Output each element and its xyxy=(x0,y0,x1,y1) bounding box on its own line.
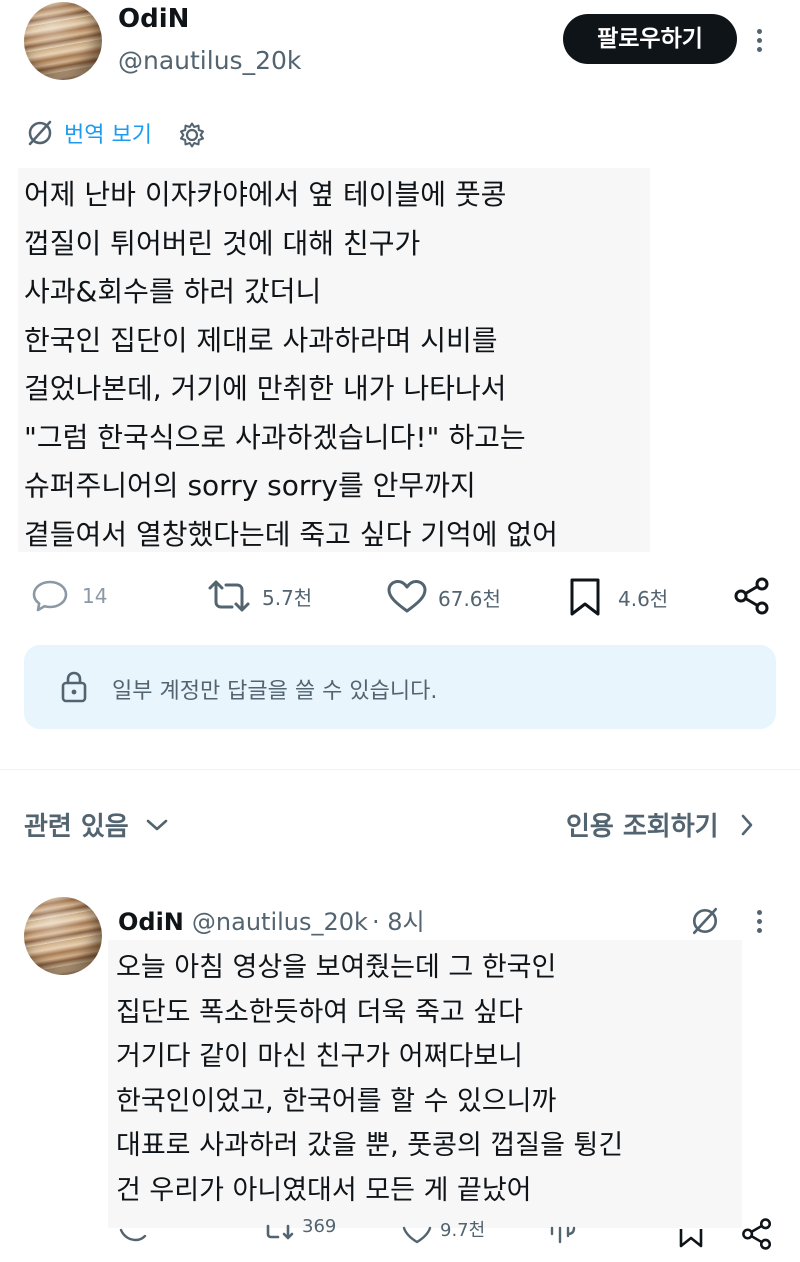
retweet-count: 5.7천 xyxy=(262,585,313,610)
author-name[interactable]: OdiN xyxy=(118,4,189,34)
reply-author-name[interactable]: OdiN xyxy=(118,908,184,936)
more-icon[interactable] xyxy=(757,906,762,937)
tweet-line: "그럼 한국식으로 사과하겠습니다!" 하고는 xyxy=(24,420,526,454)
translate-icon[interactable] xyxy=(690,906,720,936)
reply-avatar[interactable] xyxy=(24,897,102,975)
author-handle[interactable]: @nautilus_20k xyxy=(118,46,301,75)
like-count: 67.6천 xyxy=(438,586,501,611)
related-title: 관련 있음 xyxy=(24,812,129,842)
share-icon[interactable] xyxy=(740,1217,774,1251)
reply-line: 한국인이었고, 한국어를 할 수 있으니까 xyxy=(116,1085,557,1117)
reply-icon[interactable] xyxy=(118,1228,148,1244)
bookmark-count: 4.6천 xyxy=(618,586,669,611)
reply-text: 오늘 아침 영상을 보여줬는데 그 한국인 집단도 폭소한듯하여 더욱 죽고 싶… xyxy=(108,940,742,1228)
retweet-icon xyxy=(262,1224,296,1244)
translate-label[interactable]: 번역 보기 xyxy=(64,117,152,149)
reply-time[interactable]: · 8시 xyxy=(372,902,425,937)
reply-restriction-text: 일부 계정만 답글을 쓸 수 있습니다. xyxy=(112,679,438,704)
tweet-line: 걸었나본데, 거기에 만취한 내가 나타나서 xyxy=(24,372,507,405)
tweet-line: 곁들여서 열창했다는데 죽고 싶다 기억에 없어 xyxy=(24,517,558,551)
like-button[interactable]: 9.7천 xyxy=(402,1220,485,1244)
reply-icon xyxy=(30,578,70,614)
section-divider xyxy=(0,769,800,770)
reply-line: 거기다 같이 마신 친구가 어쩌다보니 xyxy=(116,1041,523,1072)
lock-icon xyxy=(60,670,88,704)
tweet-line: 어제 난바 이자카야에서 옆 테이블에 풋콩 xyxy=(24,178,507,211)
reply-restriction-box: 일부 계정만 답글을 쓸 수 있습니다. xyxy=(24,645,776,729)
quote-link-label: 인용 조회하기 xyxy=(566,812,719,842)
reply-header: OdiN @nautilus_20k · 8시 xyxy=(118,902,425,937)
quote-link[interactable]: 인용 조회하기 xyxy=(566,806,755,843)
reply-line: 건 우리가 아니였대서 모든 게 끝났어 xyxy=(116,1174,532,1206)
tweet-line: 껍질이 튀어버린 것에 대해 친구가 xyxy=(24,226,421,260)
reply-retweet-count: 369 xyxy=(302,1216,337,1237)
reply-line: 대표로 사과하러 갔을 뿐, 풋콩의 껍질을 튕긴 xyxy=(116,1130,624,1161)
reply-like-count: 9.7천 xyxy=(440,1220,486,1241)
tweet-line: 사과&회수를 하러 갔더니 xyxy=(24,275,322,308)
translate-link[interactable]: 번역 보기 xyxy=(26,117,152,149)
tweet-line: 슈퍼주니어의 sorry sorry를 안무까지 xyxy=(24,469,476,502)
gear-icon[interactable] xyxy=(178,121,206,149)
like-icon xyxy=(386,579,428,615)
bookmark-icon[interactable] xyxy=(678,1228,704,1248)
tweet-line: 한국인 집단이 제대로 사과하라며 시비를 xyxy=(24,323,498,357)
translate-icon xyxy=(26,119,54,147)
retweet-icon xyxy=(206,578,252,614)
author-avatar[interactable] xyxy=(24,2,102,80)
share-icon[interactable] xyxy=(732,576,772,616)
related-toggle[interactable]: 관련 있음 xyxy=(24,806,169,843)
chevron-down-icon xyxy=(145,817,169,833)
views-icon[interactable] xyxy=(548,1226,578,1246)
retweet-button[interactable]: 369 xyxy=(262,1216,336,1244)
like-icon xyxy=(402,1226,432,1244)
follow-button[interactable]: 팔로우하기 xyxy=(563,14,737,64)
like-button[interactable]: 67.6천 xyxy=(386,579,501,615)
retweet-button[interactable]: 5.7천 xyxy=(206,578,312,614)
reply-button[interactable]: 14 xyxy=(30,578,107,614)
reply-line: 집단도 폭소한듯하여 더욱 죽고 싶다 xyxy=(116,996,523,1028)
chevron-right-icon xyxy=(739,813,755,837)
bookmark-button[interactable]: 4.6천 xyxy=(568,577,668,617)
reply-author-handle[interactable]: @nautilus_20k xyxy=(192,908,368,936)
bookmark-icon xyxy=(568,577,602,617)
reply-line: 오늘 아침 영상을 보여줬는데 그 한국인 xyxy=(116,952,557,983)
more-icon[interactable] xyxy=(757,25,762,56)
tweet-text: 어제 난바 이자카야에서 옆 테이블에 풋콩 껍질이 튀어버린 것에 대해 친구… xyxy=(18,168,650,552)
reply-count: 14 xyxy=(82,584,108,608)
